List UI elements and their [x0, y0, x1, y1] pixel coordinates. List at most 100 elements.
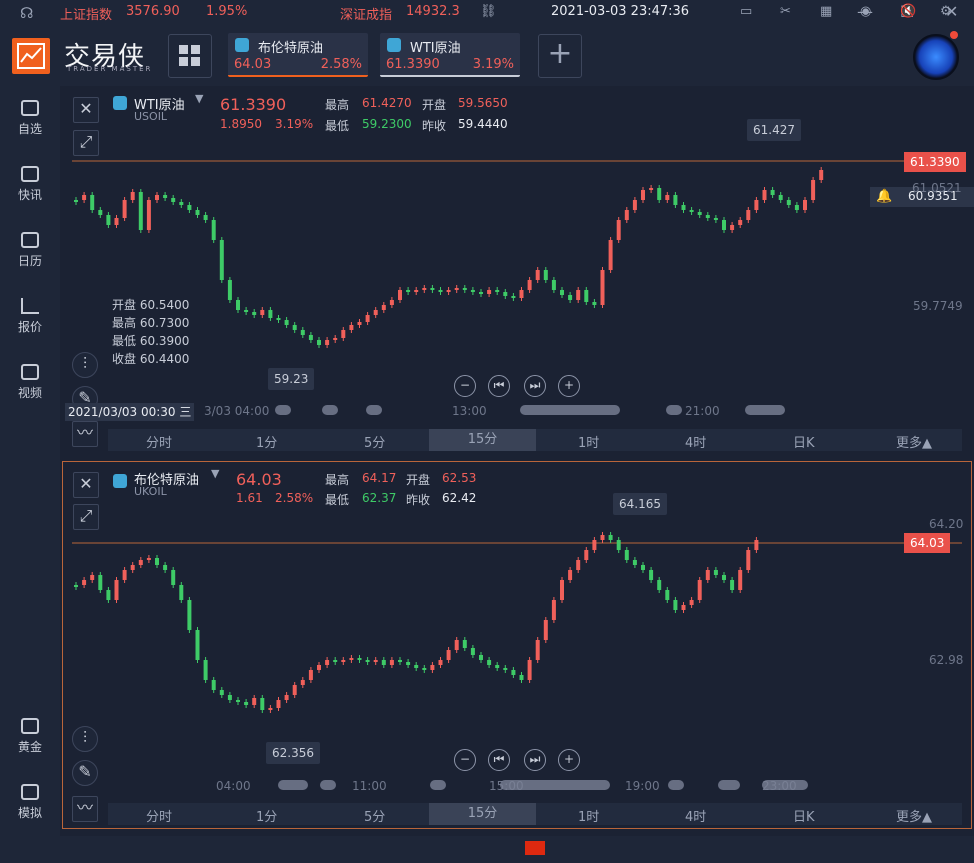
candle	[98, 210, 103, 215]
event-marker[interactable]	[500, 780, 610, 790]
symbol-dropdown-icon[interactable]: ▼	[211, 467, 219, 480]
event-marker[interactable]	[668, 780, 684, 790]
timeframe-item[interactable]: 日K	[793, 806, 815, 825]
zoom-out-button[interactable]: −	[454, 375, 476, 397]
timeframe-item-selected[interactable]: 15分	[429, 803, 536, 825]
event-marker[interactable]	[275, 405, 291, 415]
sidebar-item-news[interactable]: 快讯	[0, 166, 60, 203]
screen-off-icon[interactable]: ▭	[740, 4, 752, 19]
sidebar-item-video[interactable]: 视频	[0, 364, 60, 401]
candle	[649, 188, 654, 190]
candle	[195, 210, 200, 215]
candle	[713, 218, 718, 220]
instrument-icon	[113, 474, 127, 488]
timeframe-item[interactable]: 分时	[146, 432, 172, 451]
candle	[511, 670, 516, 675]
event-marker[interactable]	[718, 780, 740, 790]
event-marker[interactable]	[762, 780, 808, 790]
status-bar	[0, 836, 974, 863]
zoom-in-button[interactable]: +	[558, 375, 580, 397]
candle-type-button[interactable]: ⫶	[72, 726, 98, 752]
candle	[543, 270, 548, 280]
sidebar-item-watchlist[interactable]: 自选	[0, 100, 60, 137]
app-logo-subtitle: TRADER MASTER	[67, 65, 153, 73]
event-marker[interactable]	[745, 405, 785, 415]
timeframe-item[interactable]: 分时	[146, 806, 172, 825]
timeframe-item[interactable]: 5分	[364, 806, 385, 825]
candle	[308, 670, 313, 680]
candle	[689, 600, 694, 605]
candle	[624, 550, 629, 560]
timeframe-item[interactable]: 1分	[256, 806, 277, 825]
sidebar-label: 日历	[17, 254, 42, 268]
candle	[470, 648, 475, 655]
event-marker[interactable]	[430, 780, 446, 790]
sidebar-item-gold[interactable]: 黄金	[0, 718, 60, 755]
tab-brent[interactable]: 布伦特原油 64.03 2.58%	[228, 33, 368, 77]
event-marker[interactable]	[666, 405, 682, 415]
event-marker[interactable]	[278, 780, 308, 790]
min-price-callout: 59.23	[268, 368, 315, 390]
timeframe-item[interactable]: 1时	[578, 432, 599, 451]
symbol-dropdown-icon[interactable]: ▼	[195, 92, 203, 105]
sidebar-item-quotes[interactable]: 报价	[0, 298, 60, 335]
timeframe-item[interactable]: 4时	[685, 806, 706, 825]
candle	[130, 565, 135, 570]
close-panel-button[interactable]: ✕	[73, 472, 99, 498]
candle-type-button[interactable]: ⫶	[72, 352, 98, 378]
sidebar-item-demo[interactable]: 模拟	[0, 784, 60, 821]
candle	[236, 700, 240, 702]
bookmark-icon	[21, 100, 39, 116]
candle	[381, 305, 386, 310]
event-marker[interactable]	[366, 405, 382, 415]
symbol-code: UKOIL	[134, 485, 167, 498]
timeframe-item-selected[interactable]: 15分	[429, 429, 536, 451]
candle	[616, 220, 621, 240]
candle	[535, 270, 540, 280]
candle	[122, 570, 127, 580]
event-marker[interactable]	[322, 405, 338, 415]
camera-icon[interactable]: ◉	[860, 4, 871, 19]
draw-tool-button[interactable]: ✎	[72, 760, 98, 786]
timeframe-item[interactable]: 1分	[256, 432, 277, 451]
candle	[398, 660, 402, 662]
candle	[754, 540, 759, 550]
timeframe-item[interactable]: 5分	[364, 432, 385, 451]
scroll-start-button[interactable]: ⏮	[488, 375, 510, 397]
timeframe-item[interactable]: 日K	[793, 432, 815, 451]
layout-grid-button[interactable]	[168, 34, 212, 78]
candle	[584, 550, 589, 560]
event-marker[interactable]	[520, 405, 620, 415]
candle	[705, 570, 710, 580]
timeframe-more[interactable]: 更多▲	[896, 432, 932, 451]
event-marker[interactable]	[320, 780, 336, 790]
settings-icon[interactable]: ⚙	[940, 4, 952, 19]
add-tab-button[interactable]: +	[538, 34, 582, 78]
candle	[479, 292, 483, 294]
indicator-button[interactable]: 〰	[72, 796, 98, 822]
tab-wti[interactable]: WTI原油 61.3390 3.19%	[380, 33, 520, 77]
candle	[308, 335, 313, 340]
headset-icon[interactable]: ☊	[20, 4, 33, 22]
scroll-end-button[interactable]: ⏭	[524, 749, 546, 771]
tools-icon[interactable]: ✂	[780, 4, 791, 19]
index1-pct: 1.95%	[206, 4, 248, 19]
candle	[689, 210, 694, 212]
timeframe-more[interactable]: 更多▲	[896, 806, 932, 825]
timeframe-item[interactable]: 4时	[685, 432, 706, 451]
candle	[738, 220, 743, 225]
indicator-button[interactable]: 〰	[72, 421, 98, 447]
mute-icon[interactable]: 🔇	[900, 4, 916, 19]
scroll-start-button[interactable]: ⏮	[488, 749, 510, 771]
zoom-in-button[interactable]: +	[558, 749, 580, 771]
timeframe-item[interactable]: 1时	[578, 806, 599, 825]
zoom-out-button[interactable]: −	[454, 749, 476, 771]
close-panel-button[interactable]: ✕	[73, 97, 99, 123]
scroll-end-button[interactable]: ⏭	[524, 375, 546, 397]
ohlc-high: 最高 60.7300	[112, 316, 190, 330]
link-icon[interactable]: ⛓	[480, 4, 497, 19]
candle	[333, 660, 338, 662]
sidebar-item-calendar[interactable]: 日历	[0, 232, 60, 269]
avatar[interactable]	[913, 34, 959, 80]
calculator-icon[interactable]: ▦	[820, 4, 832, 19]
